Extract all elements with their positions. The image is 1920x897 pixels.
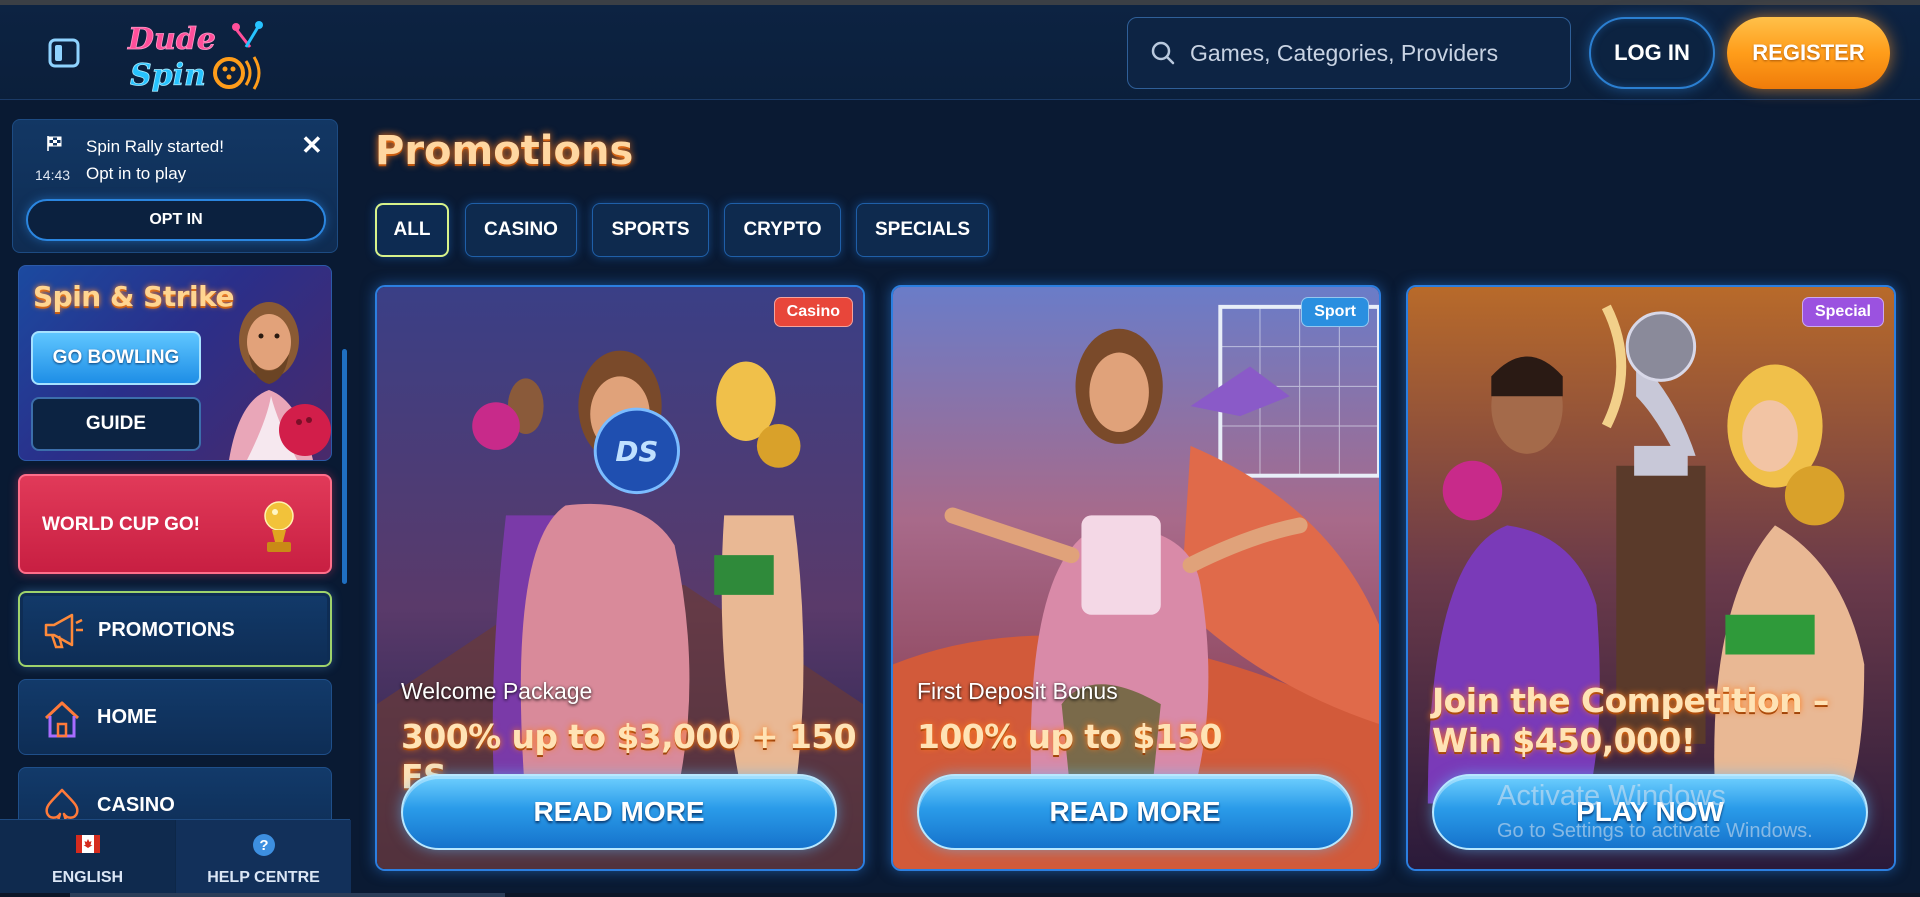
svg-text:Spin: Spin [130,58,206,93]
category-badge: Casino [773,297,853,327]
search-input[interactable] [1190,39,1550,67]
page-title: Promotions [375,128,634,174]
megaphone-icon [44,613,83,649]
world-cup-banner[interactable]: WORLD CUP GO! [18,474,332,574]
notice-subtitle: Opt in to play [86,164,187,183]
promo-headline: Join the Competition – Win $450,000! [1432,681,1829,760]
notice-title: Spin Rally started! [86,137,224,156]
language-label: ENGLISH [51,869,124,886]
svg-text:DS: DS [615,435,658,468]
help-centre-label: HELP CENTRE [207,869,320,886]
sidebar-item-label: CASINO [97,794,175,816]
close-notice-button[interactable]: ✕ [301,132,323,158]
svg-text:Dude: Dude [127,22,216,57]
promo-headline: 100% up to $150 [917,717,1222,756]
tab-specials[interactable]: SPECIALS [856,203,989,257]
checkered-flag-icon [47,136,62,151]
opt-in-button[interactable]: OPT IN [26,199,326,241]
category-badge: Special [1801,297,1884,327]
register-button[interactable]: REGISTER [1727,17,1890,89]
sidebar: 14:43 Spin Rally started! Opt in to play… [0,101,351,897]
guide-button[interactable]: GUIDE [31,397,201,451]
login-button[interactable]: LOG IN [1589,17,1715,89]
spin-strike-promo: Spin & Strike GO BOWLING GUIDE [18,265,332,461]
sidebar-item-label: PROMOTIONS [98,619,235,641]
promo-card-first-deposit[interactable]: Sport First Deposit Bonus 100% up to $15… [891,285,1381,871]
promo-subtitle: Welcome Package [401,678,593,704]
read-more-button[interactable]: READ MORE [917,774,1353,850]
language-selector[interactable]: ENGLISH [0,820,175,897]
sidebar-toggle-icon [48,38,80,68]
tab-crypto[interactable]: CRYPTO [724,203,841,257]
tab-all[interactable]: ALL [375,203,449,257]
promo-subtitle: First Deposit Bonus [917,678,1118,704]
top-header: Dude Spin LOG IN REGISTER [0,5,1920,100]
help-centre-button[interactable]: ? HELP CENTRE [176,820,351,897]
home-icon [44,701,80,738]
spin-strike-title: Spin & Strike [33,280,234,313]
promo-card-welcome[interactable]: DS Casino Welcome Package 300% up to $3,… [375,285,865,871]
notice-time: 14:43 [35,167,71,183]
tab-sports[interactable]: SPORTS [592,203,709,257]
sidebar-footer: ENGLISH ? HELP CENTRE [0,819,351,897]
spin-rally-notice: 14:43 Spin Rally started! Opt in to play… [12,119,338,253]
sidebar-item-label: HOME [97,706,157,728]
help-icon: ? [252,834,275,856]
category-badge: Sport [1301,297,1369,327]
windows-activation-watermark: Activate Windows [1497,780,1726,812]
search-icon [1151,41,1175,65]
sidebar-item-home[interactable]: HOME [18,679,332,755]
tab-casino[interactable]: CASINO [465,203,577,257]
canada-flag-icon [75,835,100,853]
horizontal-scrollbar-thumb[interactable] [70,893,505,897]
dude-spin-logo[interactable]: Dude Spin [124,15,274,93]
horizontal-scrollbar[interactable] [0,893,1920,897]
sidebar-scrollbar[interactable] [342,349,347,584]
go-bowling-button[interactable]: GO BOWLING [31,331,201,385]
world-cup-label: WORLD CUP GO! [42,514,200,535]
sidebar-item-promotions[interactable]: PROMOTIONS [18,591,332,667]
svg-text:?: ? [259,837,268,854]
read-more-button[interactable]: READ MORE [401,774,837,850]
search-bar[interactable] [1127,17,1571,89]
trophy-icon [264,501,294,552]
windows-activation-hint: Go to Settings to activate Windows. [1497,820,1813,842]
sidebar-toggle-button[interactable] [46,35,82,71]
